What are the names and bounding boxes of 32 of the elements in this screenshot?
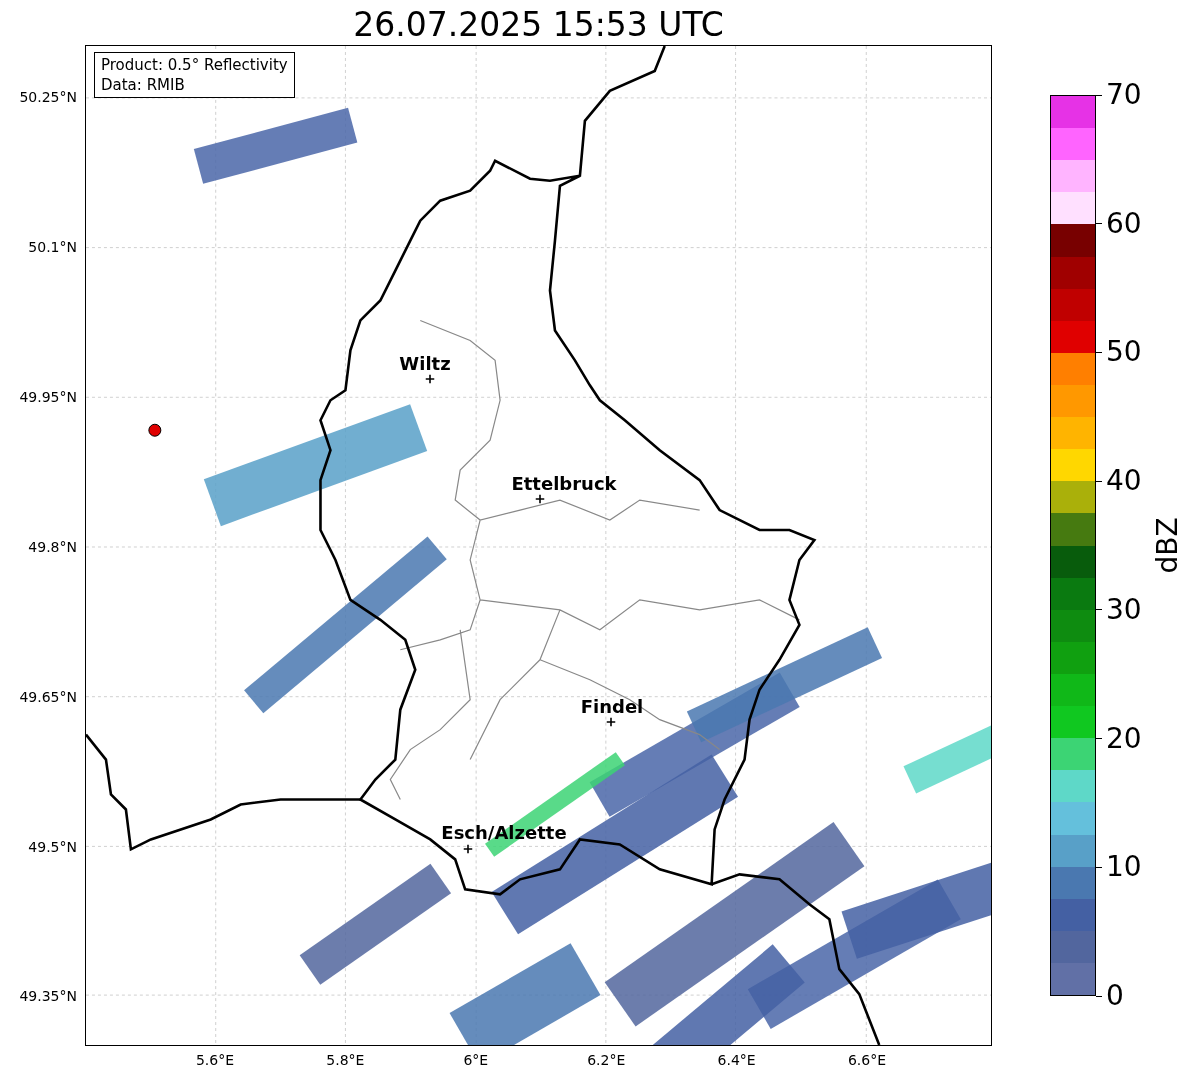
colorbar-tick-label: 50 [1096,336,1142,369]
colorbar-tick-label: 40 [1096,465,1142,498]
colorbar-tick-label: 0 [1096,980,1124,1012]
plus-marker-icon [606,717,616,727]
latitude-tick-label: 49.8°N [28,538,77,555]
longitude-tick-label: 5.8°E [326,1052,365,1068]
colorbar-tick-label: 60 [1096,207,1142,240]
latitude-tick-label: 49.5°N [28,838,77,855]
colorbar-tick-label: 10 [1096,851,1142,884]
plus-marker-icon [535,494,545,504]
colorbar-tick-label: 30 [1096,593,1142,626]
latitude-tick-label: 49.65°N [19,688,77,705]
city-label: Ettelbruck [511,472,617,494]
longitude-tick-label: 6.2°E [587,1052,626,1068]
latitude-tick-label: 50.1°N [28,238,77,255]
colorbar-tick-label: 20 [1096,722,1142,755]
info-text: Product: 0.5° Reflectivity [101,55,288,75]
latitude-tick-label: 50.25°N [19,89,77,105]
chart-title: 26.07.2025 15:53 UTC [353,5,724,45]
longitude-tick-label: 6°E [463,1052,489,1068]
longitude-tick-label: 5.6°E [195,1052,235,1068]
colorbar-tick-label: 70 [1096,79,1142,111]
info-text: Data: RMIB [101,75,186,95]
city-label: Wiltz [399,352,451,374]
plus-marker-icon [425,374,435,384]
longitude-tick-label: 6.6°E [847,1052,887,1068]
city-label: Findel [580,695,644,717]
colorbar-label: dBZ [1150,517,1184,574]
plus-marker-icon [463,844,473,854]
latitude-tick-label: 49.95°N [19,388,77,405]
latitude-tick-label: 49.35°N [19,988,77,1005]
longitude-tick-label: 6.4°E [717,1052,756,1068]
